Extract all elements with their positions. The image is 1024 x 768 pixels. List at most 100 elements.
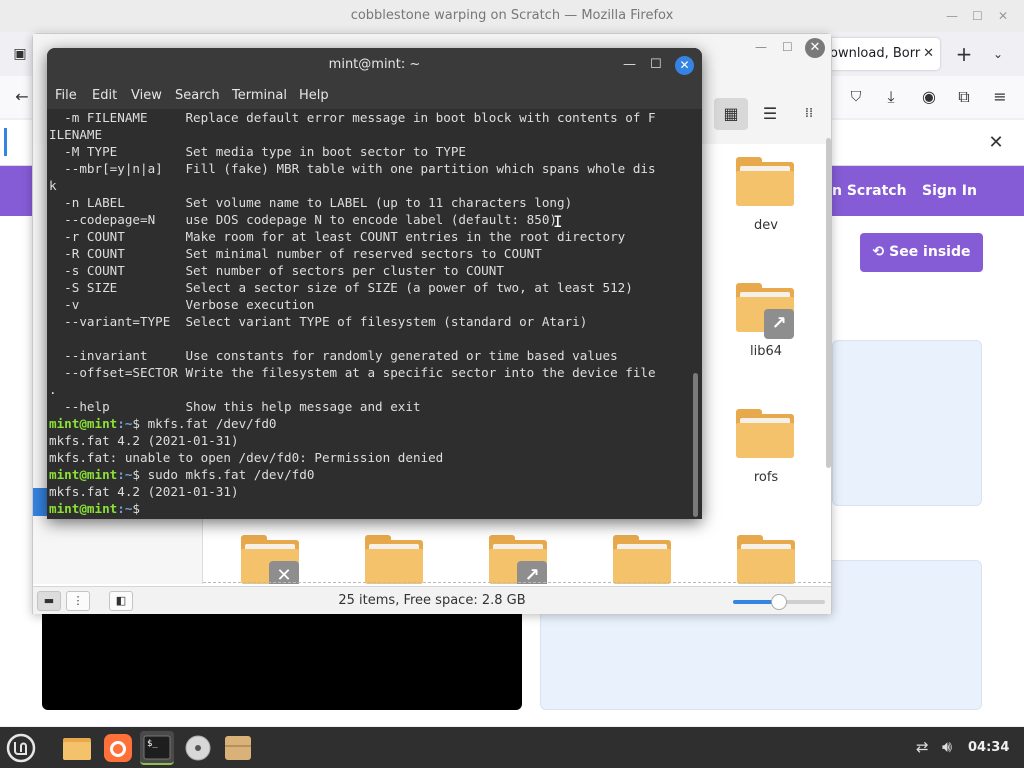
- menu-search[interactable]: Search: [175, 82, 220, 109]
- folder-icon[interactable]: [736, 157, 796, 209]
- terminal-button[interactable]: $_: [140, 731, 174, 765]
- terminal-line: --help Show this help message and exit: [49, 399, 421, 414]
- terminal-line: -S SIZE Select a sector size of SIZE (a …: [49, 280, 633, 295]
- prompt-line: mint@mint:~$ mkfs.fat /dev/fd0: [49, 415, 699, 432]
- menu-help[interactable]: Help: [299, 82, 329, 109]
- taskbar: $_ ⇄ 🔊︎ 04:34: [0, 727, 1024, 768]
- see-inside-icon: ⟲: [872, 244, 890, 260]
- maximize-icon[interactable]: ☐: [972, 0, 983, 32]
- folder-unreadable-icon[interactable]: ✕: [241, 535, 301, 584]
- terminal-line: --offset=SECTOR Write the filesystem at …: [49, 365, 656, 380]
- fm-close-button[interactable]: ✕: [805, 38, 825, 58]
- archive-button[interactable]: [221, 731, 255, 765]
- terminal-output[interactable]: -m FILENAME Replace default error messag…: [49, 109, 699, 519]
- folder-icon[interactable]: [365, 535, 425, 584]
- folder-label-rofs[interactable]: rofs: [721, 470, 811, 485]
- folder-icon[interactable]: [613, 535, 673, 584]
- prompt-user: mint@mint: [49, 501, 118, 516]
- prompt-path: :~: [117, 501, 133, 516]
- terminal-scrollbar[interactable]: [693, 373, 698, 517]
- project-notes-pane: [832, 340, 982, 506]
- disc-button[interactable]: [181, 731, 215, 765]
- terminal-line: --mbr[=y|n|a] Fill (fake) MBR table with…: [49, 161, 656, 176]
- tab-download[interactable]: ownload, Borr ✕: [822, 38, 940, 70]
- fm-minimize-icon[interactable]: —: [755, 40, 767, 54]
- prompt-path: :~: [117, 416, 133, 431]
- fm-scrollbar[interactable]: [826, 138, 831, 468]
- notification-accent: [4, 128, 7, 156]
- prompt-symbol: $: [132, 467, 148, 482]
- prompt-line: mint@mint:~$: [49, 500, 699, 517]
- terminal-line: -M TYPE Set media type in boot sector to…: [49, 144, 467, 159]
- firefox-titlebar: cobblestone warping on Scratch — Mozilla…: [0, 0, 1024, 32]
- minimize-icon[interactable]: —: [946, 0, 958, 32]
- icon-view-button[interactable]: ▦: [714, 98, 748, 130]
- list-view-button[interactable]: ☰: [753, 98, 787, 130]
- zoom-slider-knob[interactable]: [771, 594, 787, 610]
- prompt-symbol: $: [132, 416, 148, 431]
- new-tab-icon[interactable]: +: [952, 42, 976, 66]
- terminal-line: -n LABEL Set volume name to LABEL (up to…: [49, 195, 573, 210]
- firefox-button[interactable]: [101, 731, 135, 765]
- volume-icon[interactable]: 🔊︎: [942, 737, 952, 757]
- term-maximize-icon[interactable]: ☐: [650, 48, 662, 82]
- files-button[interactable]: [60, 731, 94, 765]
- tab-overview-icon[interactable]: ▣: [8, 42, 32, 66]
- menu-view[interactable]: View: [131, 82, 162, 109]
- folder-link-icon[interactable]: ↗: [489, 535, 549, 584]
- hide-sidebar-button[interactable]: ◧: [109, 591, 133, 611]
- menu-file[interactable]: File: [55, 82, 77, 109]
- archive-icon: [225, 736, 251, 760]
- tab-close-icon[interactable]: ✕: [923, 38, 934, 70]
- sign-in-link[interactable]: Sign In: [922, 166, 977, 216]
- text-cursor-icon: I: [553, 212, 563, 231]
- folder-icon[interactable]: [737, 535, 797, 584]
- extensions-icon[interactable]: ⧉: [952, 85, 976, 109]
- menu-terminal[interactable]: Terminal: [232, 82, 287, 109]
- places-toggle-button[interactable]: ▬: [37, 591, 61, 611]
- terminal-line: -s COUNT Set number of sectors per clust…: [49, 263, 504, 278]
- folder-label-lib64[interactable]: lib64: [721, 344, 811, 359]
- terminal-line: --invariant Use constants for randomly g…: [49, 348, 618, 363]
- notification-close-icon[interactable]: ✕: [984, 131, 1008, 155]
- start-menu-button[interactable]: [4, 731, 38, 765]
- menu-icon[interactable]: ≡: [988, 85, 1012, 109]
- clock[interactable]: 04:34: [968, 727, 1009, 768]
- unreadable-emblem-icon: ✕: [269, 561, 299, 584]
- tab-list-icon[interactable]: ⌄: [986, 42, 1010, 66]
- zoom-slider[interactable]: [733, 594, 825, 610]
- compact-view-button[interactable]: ⁞⁞: [792, 98, 826, 130]
- svg-text:$_: $_: [147, 739, 158, 749]
- terminal-line: --codepage=N use DOS codepage N to encod…: [49, 212, 557, 227]
- output-line: mkfs.fat 4.2 (2021-01-31): [49, 484, 239, 499]
- term-close-button[interactable]: ✕: [675, 56, 694, 75]
- terminal-line: k: [49, 178, 57, 193]
- symlink-arrow-icon: ↗: [517, 561, 547, 584]
- network-icon[interactable]: ⇄: [916, 738, 929, 756]
- terminal-line: .: [49, 382, 57, 397]
- terminal-menubar: File Edit View Search Terminal Help: [47, 82, 702, 109]
- close-icon[interactable]: ✕: [998, 0, 1008, 32]
- terminal-icon: $_: [143, 735, 171, 760]
- fm-maximize-icon[interactable]: ☐: [782, 40, 793, 54]
- project-stage[interactable]: [42, 612, 522, 710]
- tree-toggle-button[interactable]: ⋮: [66, 591, 90, 611]
- see-inside-button[interactable]: ⟲ See inside: [860, 233, 983, 272]
- terminal-line: -v Verbose execution: [49, 297, 315, 312]
- folder-label-dev[interactable]: dev: [721, 218, 811, 233]
- pocket-icon[interactable]: ⛉: [844, 85, 868, 109]
- tab-title: ownload, Borr: [830, 46, 921, 61]
- folder-link-icon[interactable]: ↗: [736, 283, 796, 339]
- back-icon[interactable]: ←: [10, 85, 34, 109]
- window-title: cobblestone warping on Scratch — Mozilla…: [350, 8, 674, 23]
- command-text: mkfs.fat /dev/fd0: [147, 416, 277, 431]
- about-scratch-link[interactable]: n Scratch: [832, 166, 907, 216]
- account-icon[interactable]: ◉: [917, 85, 941, 109]
- menu-edit[interactable]: Edit: [92, 82, 117, 109]
- command-text: sudo mkfs.fat /dev/fd0: [147, 467, 315, 482]
- downloads-icon[interactable]: ⤓: [879, 85, 903, 109]
- terminal-line: -r COUNT Make room for at least COUNT en…: [49, 229, 626, 244]
- sidebar-selected-item[interactable]: [33, 488, 47, 516]
- folder-icon[interactable]: [736, 409, 796, 461]
- term-minimize-icon[interactable]: —: [623, 48, 636, 82]
